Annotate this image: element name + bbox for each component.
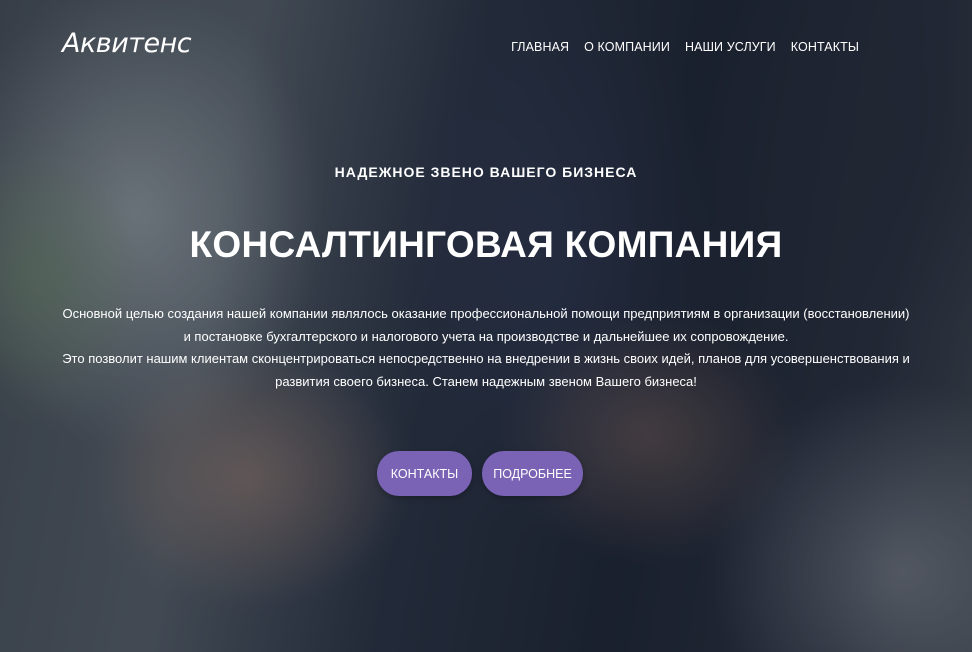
- hero-content: Аквитенс ГЛАВНАЯ О КОМПАНИИ НАШИ УСЛУГИ …: [0, 0, 972, 652]
- logo[interactable]: Аквитенс: [62, 28, 192, 59]
- hero-eyebrow: НАДЕЖНОЕ ЗВЕНО ВАШЕГО БИЗНЕСА: [334, 164, 638, 180]
- hero-headline: КОНСАЛТИНГОВАЯ КОМПАНИЯ: [189, 224, 783, 265]
- nav-item-about[interactable]: О КОМПАНИИ: [584, 40, 670, 54]
- more-button[interactable]: ПОДРОБНЕЕ: [482, 451, 583, 496]
- hero-section: Аквитенс ГЛАВНАЯ О КОМПАНИИ НАШИ УСЛУГИ …: [0, 0, 972, 652]
- hero-buttons: КОНТАКТЫ ПОДРОБНЕЕ: [0, 451, 972, 496]
- hero-paragraph-2: Это позволит нашим клиентам сконцентриро…: [62, 351, 910, 389]
- nav-item-home[interactable]: ГЛАВНАЯ: [511, 40, 569, 54]
- hero-paragraph-1: Основной целью создания нашей компании я…: [62, 306, 910, 344]
- nav-item-services[interactable]: НАШИ УСЛУГИ: [685, 40, 776, 54]
- hero-description: Основной целью создания нашей компании я…: [60, 303, 912, 393]
- contacts-button[interactable]: КОНТАКТЫ: [377, 451, 472, 496]
- main-nav: ГЛАВНАЯ О КОМПАНИИ НАШИ УСЛУГИ КОНТАКТЫ: [511, 40, 859, 54]
- nav-item-contacts[interactable]: КОНТАКТЫ: [791, 40, 859, 54]
